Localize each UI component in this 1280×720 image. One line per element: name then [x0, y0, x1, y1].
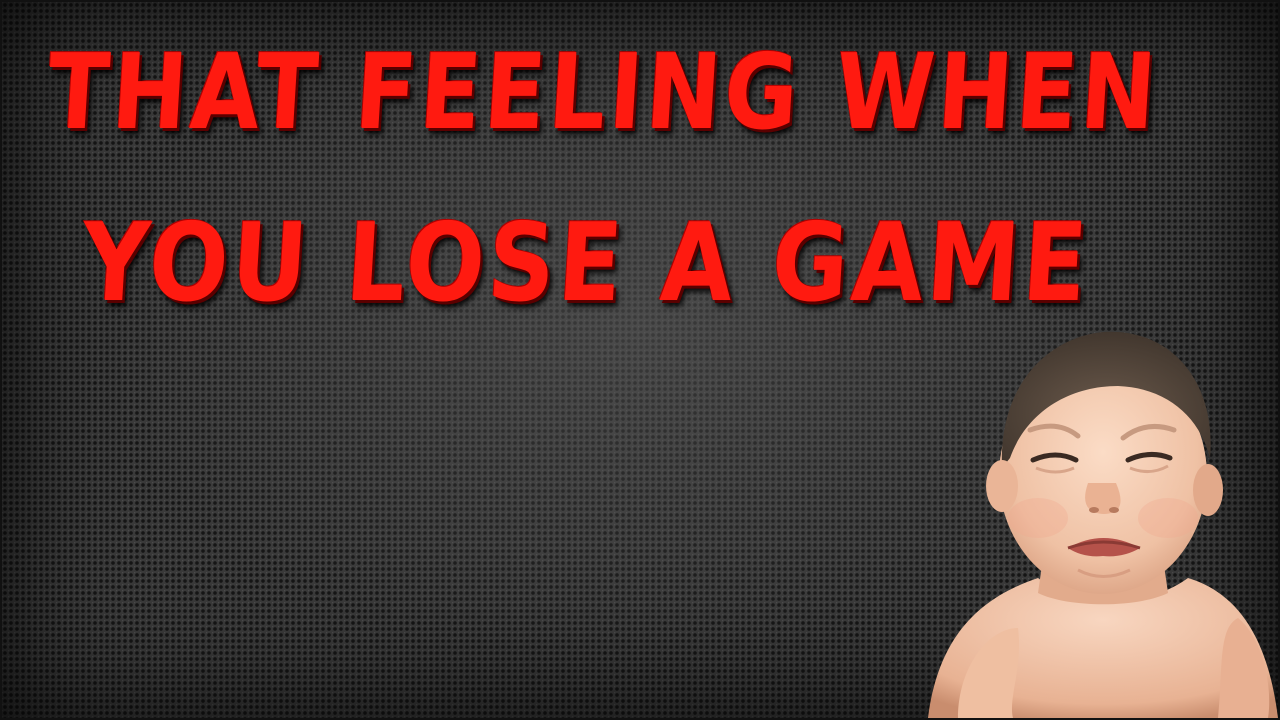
crying-baby-image	[928, 331, 1278, 718]
baby-right-ear	[1193, 464, 1223, 516]
title-line-2: YOU LOSE A GAME	[78, 201, 1094, 326]
baby-left-ear	[986, 460, 1018, 512]
title-line-1: THAT FEELING WHEN	[44, 31, 1163, 153]
meme-canvas: THAT FEELING WHEN YOU LOSE A GAME	[0, 0, 1280, 720]
